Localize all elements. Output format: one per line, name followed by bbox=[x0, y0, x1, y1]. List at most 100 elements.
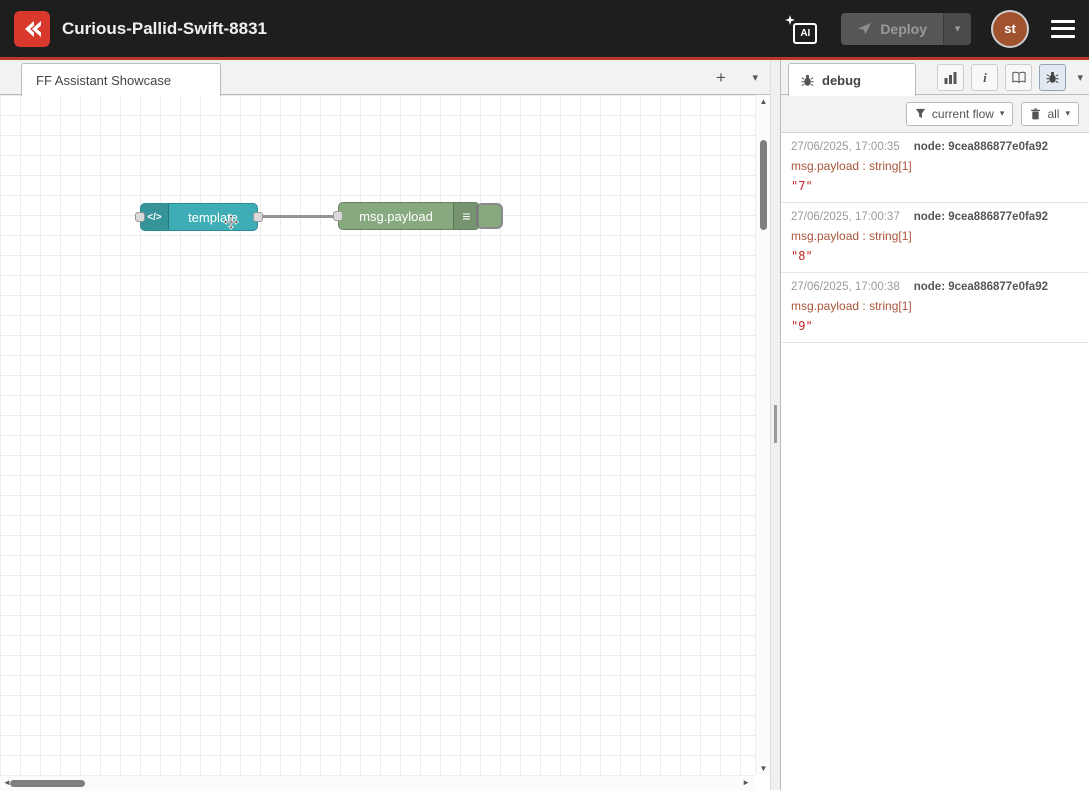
vertical-scroll-thumb[interactable] bbox=[760, 140, 767, 230]
tab-info[interactable]: i bbox=[971, 64, 998, 91]
node-red-app: Curious-Pallid-Swift-8831 AI Deploy ▾ bbox=[0, 0, 1089, 790]
debug-toolbar: current flow ▾ all ▾ bbox=[781, 95, 1089, 133]
chevron-down-icon: ▾ bbox=[752, 72, 758, 84]
debug-output-icon: ≡ bbox=[453, 203, 479, 229]
horizontal-scroll-thumb[interactable] bbox=[10, 780, 85, 787]
message-value: "7" bbox=[791, 179, 1079, 193]
avatar-initials: st bbox=[1004, 21, 1016, 36]
message-value: "8" bbox=[791, 249, 1079, 263]
message-type: string[1] bbox=[869, 229, 912, 243]
message-separator: : bbox=[859, 229, 869, 243]
message-value: "9" bbox=[791, 319, 1079, 333]
message-type: string[1] bbox=[869, 159, 912, 173]
ai-assistant-button[interactable]: AI bbox=[783, 12, 819, 46]
header: Curious-Pallid-Swift-8831 AI Deploy ▾ bbox=[0, 0, 1089, 60]
bar-chart-icon bbox=[944, 72, 957, 84]
debug-clear-button[interactable]: all ▾ bbox=[1021, 102, 1079, 126]
message-timestamp: 27/06/2025, 17:00:37 bbox=[791, 211, 900, 223]
debug-message: 27/06/2025, 17:00:37 node: 9cea886877e0f… bbox=[781, 203, 1089, 273]
scroll-up-icon[interactable]: ▲ bbox=[756, 97, 771, 106]
message-meta: 27/06/2025, 17:00:37 node: 9cea886877e0f… bbox=[791, 211, 1079, 223]
scope-filter-label: all bbox=[1047, 107, 1059, 121]
input-port[interactable] bbox=[135, 212, 145, 222]
message-property[interactable]: msg.payload bbox=[791, 159, 859, 173]
main-menu-button[interactable] bbox=[1051, 20, 1075, 38]
debug-message: 27/06/2025, 17:00:35 node: 9cea886877e0f… bbox=[781, 133, 1089, 203]
message-meta: 27/06/2025, 17:00:35 node: 9cea886877e0f… bbox=[791, 141, 1079, 153]
menu-bar bbox=[1051, 20, 1075, 23]
workspace-tab-bar: FF Assistant Showcase + ▾ bbox=[0, 60, 770, 95]
tab-debug-label: debug bbox=[822, 73, 861, 88]
horizontal-scrollbar[interactable]: ◄ ► bbox=[0, 775, 755, 790]
instance-title: Curious-Pallid-Swift-8831 bbox=[62, 19, 267, 39]
debug-toggle-button[interactable] bbox=[476, 203, 503, 229]
message-property-line: msg.payload : string[1] bbox=[791, 299, 1079, 313]
chevron-down-icon: ▾ bbox=[1000, 108, 1005, 119]
flow-tab-label: FF Assistant Showcase bbox=[36, 73, 171, 88]
sidebar-tabs-menu-button[interactable]: ▾ bbox=[1077, 71, 1083, 84]
message-property-line: msg.payload : string[1] bbox=[791, 159, 1079, 173]
node-debug[interactable]: msg.payload ≡ bbox=[338, 202, 480, 230]
flowfuse-logo-icon[interactable] bbox=[14, 11, 50, 47]
tab-dashboard[interactable] bbox=[937, 64, 964, 91]
logo-glyph bbox=[20, 17, 44, 41]
header-actions: AI Deploy ▾ st bbox=[783, 12, 1075, 46]
trash-icon bbox=[1030, 108, 1041, 120]
chevron-down-icon: ▾ bbox=[1065, 108, 1070, 119]
deploy-button-group: Deploy ▾ bbox=[841, 13, 971, 45]
tab-debug[interactable]: debug bbox=[788, 63, 916, 96]
debug-message: 27/06/2025, 17:00:38 node: 9cea886877e0f… bbox=[781, 273, 1089, 343]
lines-glyph: ≡ bbox=[462, 208, 470, 224]
message-node-id[interactable]: node: 9cea886877e0fa92 bbox=[914, 281, 1048, 293]
deploy-options-button[interactable]: ▾ bbox=[943, 13, 971, 45]
filter-icon bbox=[915, 108, 926, 119]
tab-debug-icon-button[interactable] bbox=[1039, 64, 1066, 91]
code-glyph: </> bbox=[147, 212, 161, 223]
info-icon: i bbox=[983, 70, 987, 86]
flow-list-button[interactable]: ▾ bbox=[752, 71, 758, 84]
message-property-line: msg.payload : string[1] bbox=[791, 229, 1079, 243]
message-type: string[1] bbox=[869, 299, 912, 313]
output-port[interactable] bbox=[253, 212, 263, 222]
input-port[interactable] bbox=[333, 211, 343, 221]
wire[interactable] bbox=[258, 215, 338, 218]
message-property[interactable]: msg.payload bbox=[791, 229, 859, 243]
tab-help[interactable] bbox=[1005, 64, 1032, 91]
message-timestamp: 27/06/2025, 17:00:38 bbox=[791, 281, 900, 293]
flow-canvas[interactable]: </> template msg.payload ≡ bbox=[0, 95, 755, 775]
chevron-down-icon: ▾ bbox=[955, 22, 961, 35]
bug-icon bbox=[801, 74, 814, 87]
message-meta: 27/06/2025, 17:00:38 node: 9cea886877e0f… bbox=[791, 281, 1079, 293]
node-template[interactable]: </> template bbox=[140, 203, 258, 231]
flow-filter-label: current flow bbox=[932, 107, 994, 121]
sidebar: debug i bbox=[781, 60, 1089, 790]
add-flow-button[interactable]: + bbox=[710, 67, 732, 89]
message-property[interactable]: msg.payload bbox=[791, 299, 859, 313]
ai-label: AI bbox=[793, 23, 817, 44]
book-icon bbox=[1012, 71, 1026, 84]
scroll-down-icon[interactable]: ▼ bbox=[756, 764, 771, 773]
deploy-button[interactable]: Deploy bbox=[841, 13, 943, 45]
message-node-id[interactable]: node: 9cea886877e0fa92 bbox=[914, 141, 1048, 153]
message-separator: : bbox=[859, 299, 869, 313]
template-code-icon: </> bbox=[141, 204, 169, 230]
sidebar-splitter[interactable] bbox=[770, 60, 781, 790]
node-template-label: template bbox=[169, 210, 257, 225]
deploy-icon bbox=[857, 21, 872, 36]
deploy-label: Deploy bbox=[880, 21, 927, 37]
splitter-handle bbox=[774, 405, 777, 443]
menu-bar bbox=[1051, 27, 1075, 30]
message-separator: : bbox=[859, 159, 869, 173]
debug-flow-filter-button[interactable]: current flow ▾ bbox=[906, 102, 1014, 126]
debug-message-list: 27/06/2025, 17:00:35 node: 9cea886877e0f… bbox=[781, 133, 1089, 790]
node-debug-label: msg.payload bbox=[339, 209, 453, 224]
vertical-scrollbar[interactable]: ▲ ▼ bbox=[755, 95, 770, 775]
sidebar-tab-bar: debug i bbox=[781, 60, 1089, 95]
plus-icon: + bbox=[716, 68, 726, 87]
flow-tab[interactable]: FF Assistant Showcase bbox=[21, 63, 221, 96]
sidebar-tab-icons: i bbox=[937, 64, 1083, 91]
user-avatar[interactable]: st bbox=[993, 12, 1027, 46]
menu-bar bbox=[1051, 35, 1075, 38]
scroll-right-icon[interactable]: ► bbox=[742, 778, 750, 787]
message-node-id[interactable]: node: 9cea886877e0fa92 bbox=[914, 211, 1048, 223]
